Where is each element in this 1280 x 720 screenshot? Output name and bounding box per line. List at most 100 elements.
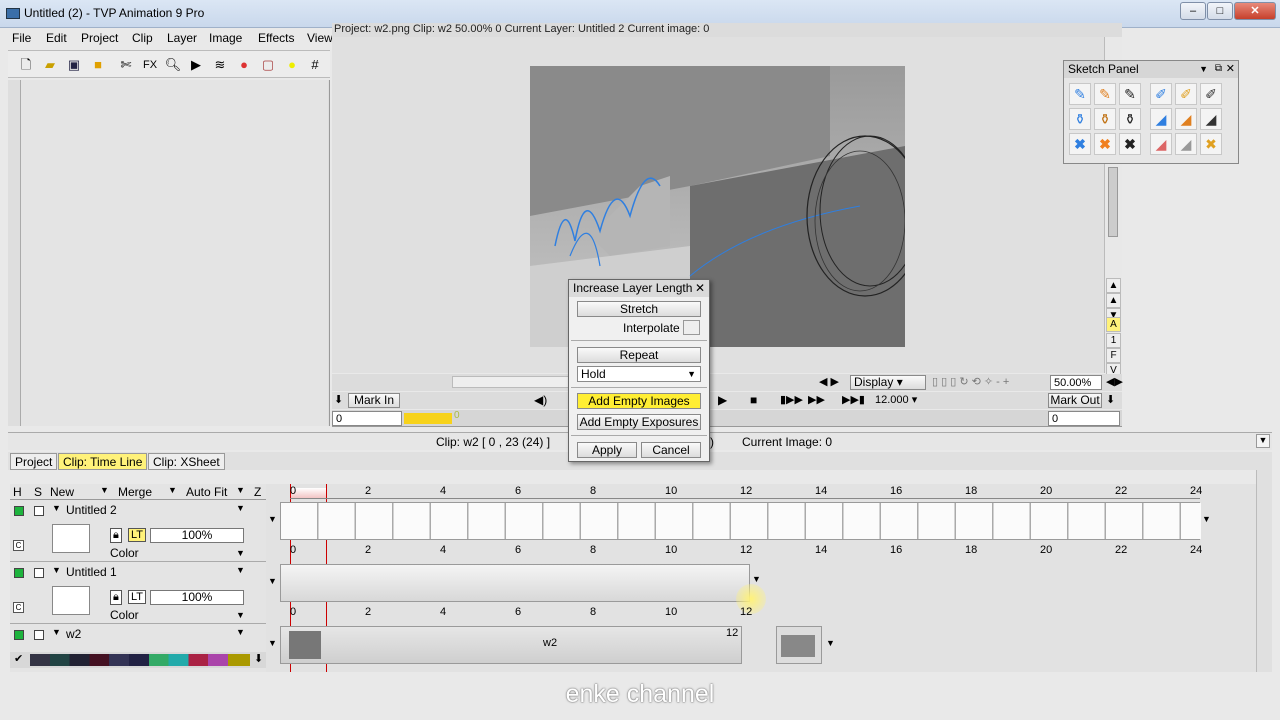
add-empty-images-button[interactable]: Add Empty Images [577,393,701,409]
layer-select-checkbox[interactable] [34,506,44,516]
tools-icon[interactable]: ✄ [116,55,136,75]
side-f-button[interactable]: F [1106,348,1121,363]
marker-icon[interactable]: ✎ [1119,83,1141,105]
track-untitled-2[interactable] [280,502,1201,540]
menu-view[interactable]: View [307,31,333,45]
paint-brush-icon[interactable]: ✐ [1175,83,1197,105]
layer-menu-icon[interactable]: ▼ [236,627,245,637]
lt-button[interactable]: LT [128,590,147,604]
mark-in-button[interactable]: Mark In [348,393,400,408]
track-collapse-icon[interactable]: ▼ [268,576,277,586]
brush-icon[interactable]: ✐ [1200,83,1222,105]
layer-visibility-toggle[interactable] [14,568,24,578]
collapse-icon[interactable]: ▼ [52,503,61,513]
view-mode-icons[interactable]: ▯ ▯ ▯ ↻ ⟲ ✧ - + [932,375,1009,388]
maximize-button[interactable]: □ [1207,2,1233,20]
down-arrow-icon[interactable]: ⬇ [334,393,343,406]
track-untitled-1[interactable] [280,564,750,602]
collapse-icon[interactable]: ▼ [52,627,61,637]
layer-visibility-toggle[interactable] [14,630,24,640]
track-collapse-icon[interactable]: ▼ [268,514,277,524]
menu-file[interactable]: File [12,31,31,45]
new-layer-button[interactable]: New [50,485,74,499]
blend-mode-dropdown-icon[interactable]: ▼ [236,548,245,558]
mark-out-field[interactable]: 0 [1048,411,1120,426]
light-icon[interactable]: ● [282,55,302,75]
side-1-button[interactable]: 1 [1106,333,1121,348]
track-collapse-icon[interactable]: ▼ [268,638,277,648]
lock-icon[interactable]: 🔒︎ [110,590,122,605]
autofit-button[interactable]: Auto Fit [186,485,227,499]
zoom-field[interactable]: 50.00% [1050,375,1102,390]
repeat-button[interactable]: Repeat [577,347,701,363]
to-end-button[interactable]: ▶▶▮ [842,393,865,406]
palette-add-icon[interactable]: ⬇ [254,652,263,665]
layer-name[interactable]: Untitled 2 [66,503,117,517]
autofit-dropdown-icon[interactable]: ▼ [236,485,245,495]
fx-icon[interactable]: FX [140,55,160,75]
layer-menu-icon[interactable]: ▼ [236,503,245,513]
mark-out-button[interactable]: Mark Out [1048,393,1102,408]
blend-mode-select[interactable]: Color [110,546,139,560]
track-end-icon[interactable]: ▼ [826,638,835,648]
color-wheel-icon[interactable]: ● [234,55,254,75]
step-forward-button[interactable]: ▮▶▶ [780,393,803,406]
grid-icon[interactable]: # [305,55,325,75]
mark-in-field[interactable]: 0 [332,411,402,426]
header-s[interactable]: S [34,485,42,499]
stretch-button[interactable]: Stretch [577,301,701,317]
layer-row[interactable]: ▼ Untitled 1 ▼ C 🔒︎ LT 100% Color ▼ [10,562,266,624]
sketch-restore-icon[interactable]: ⧉ [1215,61,1222,77]
close-button[interactable]: ✕ [1234,2,1276,20]
delete-yellow-icon[interactable]: ✖ [1200,133,1222,155]
frame-icon[interactable]: ▢ [258,55,278,75]
track-w2[interactable]: w2 12 [280,626,742,664]
track-end-icon[interactable]: ▼ [1202,514,1211,524]
scroll-top-button[interactable]: ▲ [1106,278,1121,293]
cancel-button[interactable]: Cancel [641,442,701,458]
blend-mode-dropdown-icon[interactable]: ▼ [236,610,245,620]
dialog-close-icon[interactable]: ✕ [695,280,705,297]
minimize-button[interactable]: – [1180,2,1206,20]
layer-opacity-field[interactable]: 100% [150,528,244,543]
fast-forward-button[interactable]: ▶▶ [808,393,825,406]
eraser-orange-icon[interactable]: ◢ [1175,108,1197,130]
apply-button[interactable]: Apply [577,442,637,458]
layer-select-checkbox[interactable] [34,568,44,578]
menu-edit[interactable]: Edit [46,31,67,45]
side-a-button[interactable]: A [1106,317,1121,332]
layer-name[interactable]: Untitled 1 [66,565,117,579]
sketch-menu-icon[interactable]: ▼ [1199,61,1208,77]
airbrush-icon[interactable]: ✐ [1150,83,1172,105]
new-file-icon[interactable]: 🗋 [16,55,36,75]
interpolate-checkbox[interactable] [683,320,700,335]
menu-project[interactable]: Project [81,31,118,45]
blend-mode-select[interactable]: Color [110,608,139,622]
play-button[interactable]: ▶ [718,393,727,407]
layer-visibility-toggle[interactable] [14,506,24,516]
layer-row[interactable]: ▼ Untitled 2 ▼ C 🔒︎ LT 100% Color ▼ [10,500,266,562]
fps-field[interactable]: 12.000 ▾ [872,393,950,408]
save-icon[interactable]: ▣ [64,55,84,75]
play-icon[interactable]: ▶ [186,55,206,75]
menu-image[interactable]: Image [209,31,242,45]
header-z[interactable]: Z [254,485,261,499]
eraser-pink-icon[interactable]: ◢ [1150,133,1172,155]
menu-layer[interactable]: Layer [167,31,197,45]
hold-select[interactable]: Hold ▼ [577,366,701,382]
track-end-icon[interactable]: ▼ [752,574,761,584]
layer-opacity-field[interactable]: 100% [150,590,244,605]
tab-clip-xsheet[interactable]: Clip: XSheet [148,453,225,470]
ink-bottle-black-icon[interactable]: ⚱ [1119,108,1141,130]
tab-project[interactable]: Project [10,453,58,470]
hold-dropdown-icon[interactable]: ▼ [687,367,696,381]
scroll-up-button[interactable]: ▲ [1106,293,1121,308]
merge-button[interactable]: Merge [118,485,152,499]
eraser-black-icon[interactable]: ◢ [1200,108,1222,130]
zoom-icon[interactable]: 🔍︎ [163,55,183,75]
layer-c-icon[interactable]: C [13,540,24,551]
crayon-icon[interactable]: ✎ [1094,83,1116,105]
delete-orange-icon[interactable]: ✖ [1094,133,1116,155]
tab-clip-timeline[interactable]: Clip: Time Line [58,453,148,470]
add-empty-exposures-button[interactable]: Add Empty Exposures [577,414,701,430]
